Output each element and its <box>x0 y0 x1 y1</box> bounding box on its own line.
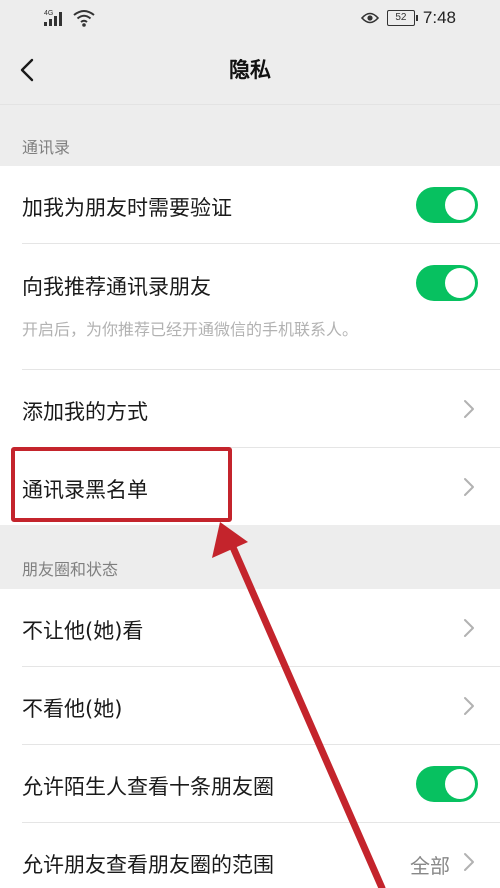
chevron-right-icon <box>464 697 474 715</box>
verify-friends-row: 加我为朋友时需要验证 <box>0 166 500 244</box>
verify-friends-label: 加我为朋友时需要验证 <box>22 196 232 220</box>
section-label-moments: 朋友圈和状态 <box>22 560 119 579</box>
toggle-knob <box>445 769 475 799</box>
recommend-contacts-toggle[interactable] <box>416 265 478 301</box>
blacklist-row[interactable]: 通讯录黑名单 <box>0 448 500 525</box>
hide-my-posts-label: 不让他(她)看 <box>22 619 144 643</box>
eye-icon <box>360 12 379 24</box>
stranger-ten-posts-toggle[interactable] <box>416 766 478 802</box>
wifi-icon <box>73 10 95 27</box>
chevron-right-icon <box>464 619 474 637</box>
toggle-knob <box>445 190 475 220</box>
stranger-ten-posts-label: 允许陌生人查看十条朋友圈 <box>22 775 274 799</box>
chevron-right-icon <box>464 853 474 871</box>
chevron-right-icon <box>464 478 474 496</box>
recommend-contacts-row: 向我推荐通讯录朋友 开启后，为你推荐已经开通微信的手机联系人。 <box>0 244 500 370</box>
recommend-contacts-description: 开启后，为你推荐已经开通微信的手机联系人。 <box>22 320 359 339</box>
toggle-knob <box>445 268 475 298</box>
section-label-contacts: 通讯录 <box>22 138 71 157</box>
hide-their-posts-row[interactable]: 不看他(她) <box>0 667 500 745</box>
visible-range-row[interactable]: 允许朋友查看朋友圈的范围 全部 <box>0 823 500 888</box>
recommend-contacts-label: 向我推荐通讯录朋友 <box>22 275 211 299</box>
stranger-ten-posts-row: 允许陌生人查看十条朋友圈 <box>0 745 500 823</box>
battery-icon: 52 <box>386 10 418 26</box>
status-bar: 4G 52 7:48 <box>0 0 500 36</box>
hide-my-posts-row[interactable]: 不让他(她)看 <box>0 589 500 667</box>
add-methods-row[interactable]: 添加我的方式 <box>0 370 500 448</box>
signal-wifi-indicators: 4G <box>44 8 104 28</box>
nav-bar: 隐私 <box>0 36 500 105</box>
network-type-label: 4G <box>44 10 53 17</box>
verify-friends-toggle[interactable] <box>416 187 478 223</box>
add-methods-label: 添加我的方式 <box>22 400 148 424</box>
cellular-signal-icon: 4G <box>44 10 95 27</box>
visible-range-value: 全部 <box>410 854 450 878</box>
page-title: 隐私 <box>229 58 271 82</box>
blacklist-label: 通讯录黑名单 <box>22 478 148 502</box>
chevron-right-icon <box>464 400 474 418</box>
visible-range-label: 允许朋友查看朋友圈的范围 <box>22 853 274 877</box>
clock: 7:48 <box>422 8 456 27</box>
hide-their-posts-label: 不看他(她) <box>22 697 123 721</box>
